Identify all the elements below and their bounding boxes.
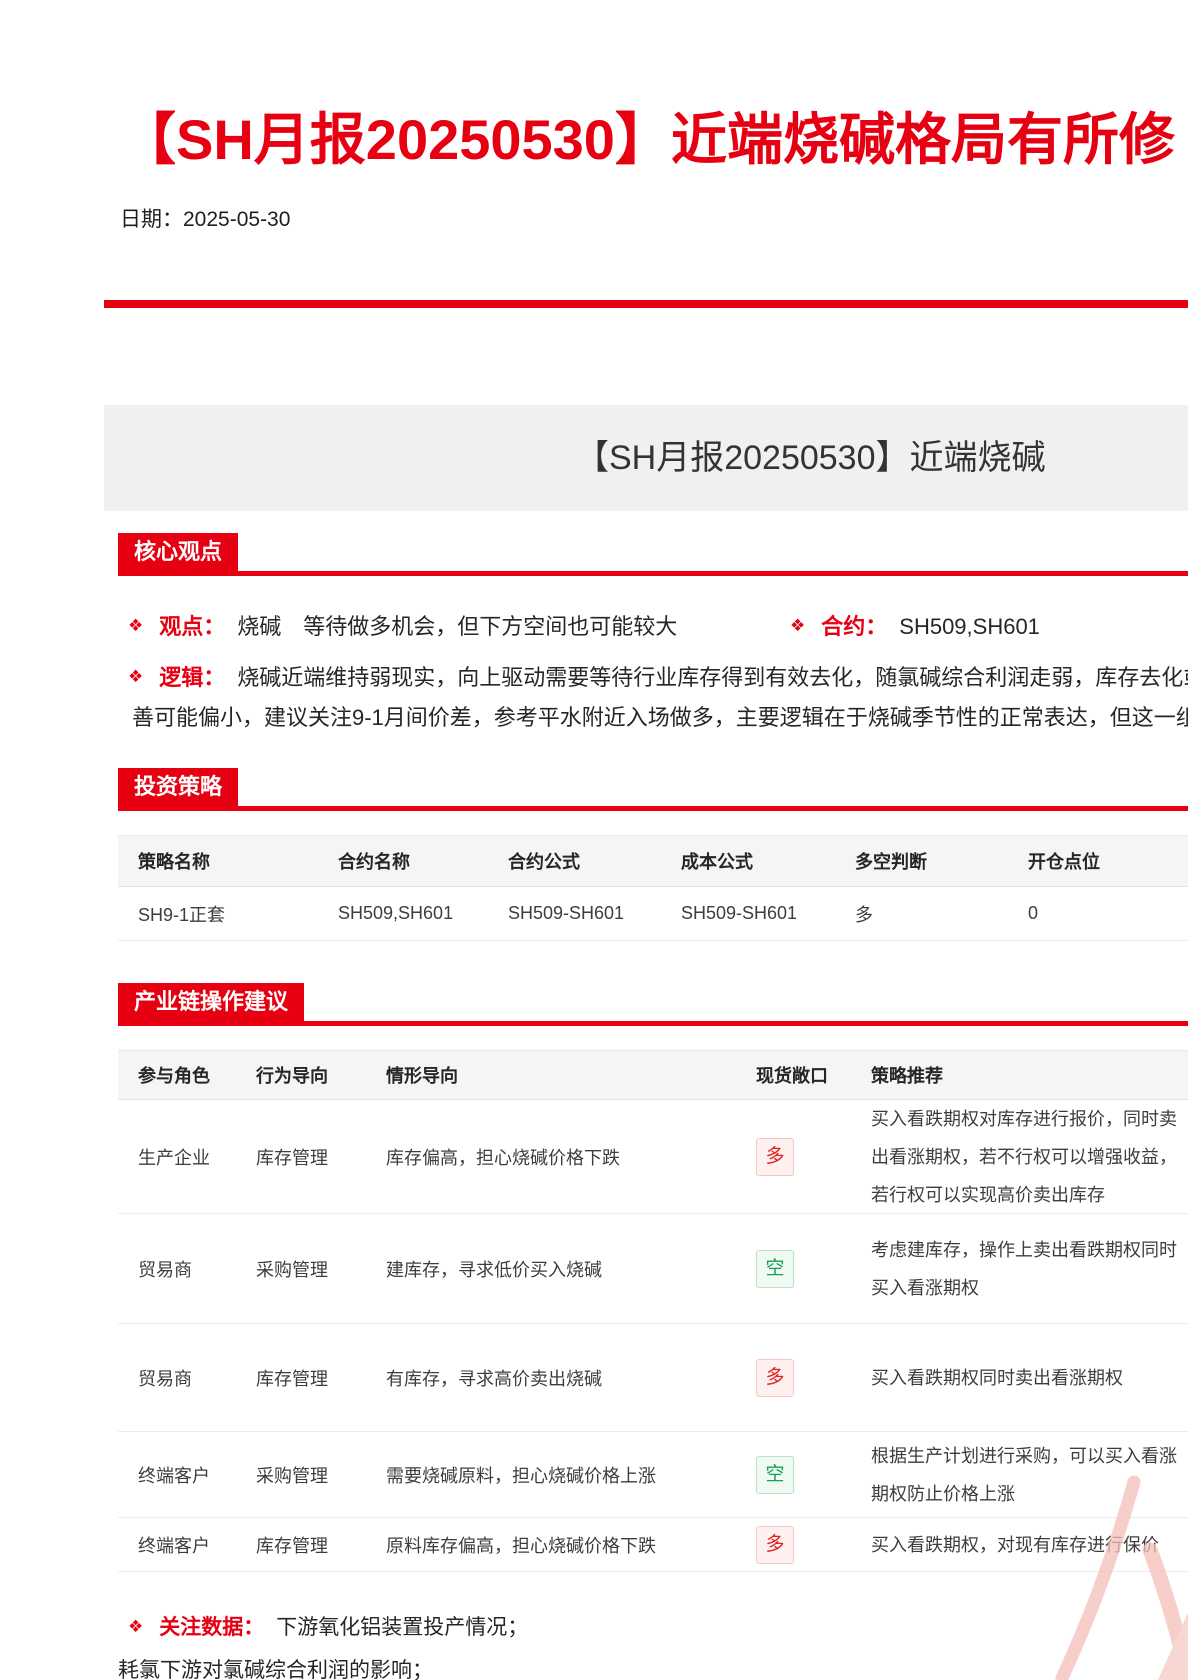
role: 终端客户 bbox=[138, 1535, 210, 1556]
report-document: 【SH月报20250530】近端烧碱格局有所修 日期：2025-05-30 【S… bbox=[0, 0, 1188, 1680]
behavior: 采购管理 bbox=[256, 1465, 328, 1486]
watch-data-line-1: ❖ 关注数据： 下游氧化铝装置投产情况； bbox=[118, 1606, 1188, 1649]
logic-label: 逻辑： bbox=[159, 665, 226, 690]
cost-formula: SH509-SH601 bbox=[681, 903, 798, 923]
exposure-badge: 多 bbox=[756, 1138, 794, 1176]
core-viewpoint-row: ❖ 观点： 烧碱 等待做多机会，但下方空间也可能较大 ❖ 合约： SH509,S… bbox=[118, 612, 1188, 642]
watch-item: 下游氧化铝装置投产情况； bbox=[276, 1616, 529, 1639]
report-date: 日期：2025-05-30 bbox=[120, 208, 291, 231]
watch-data-block: ❖ 关注数据： 下游氧化铝装置投产情况； 耗氯下游对氯碱综合利润的影响； 上游氯… bbox=[118, 1606, 1188, 1680]
viewpoint-value: 烧碱 等待做多机会，但下方空间也可能较大 bbox=[237, 614, 678, 639]
column-header: 合约公式 bbox=[508, 852, 580, 872]
column-header: 现货敞口 bbox=[756, 1066, 828, 1086]
report-body: 核心观点 ❖ 观点： 烧碱 等待做多机会，但下方空间也可能较大 ❖ 合约： SH… bbox=[118, 533, 1188, 1680]
section-chain-heading-bar: 产业链操作建议 bbox=[118, 983, 1188, 1026]
contract-formula: SH509-SH601 bbox=[508, 903, 625, 923]
viewpoint-item: ❖ 观点： 烧碱 等待做多机会，但下方空间也可能较大 bbox=[118, 612, 780, 642]
column-header: 行为导向 bbox=[256, 1066, 328, 1086]
logic-text-1: 烧碱近端维持弱现实，向上驱动需要等待行业库存得到有效去化，随氯碱综合利润走弱，库… bbox=[237, 665, 1188, 690]
clover-bullet-icon: ❖ bbox=[790, 616, 806, 635]
section-chain-heading: 产业链操作建议 bbox=[118, 983, 305, 1021]
section-core-heading-bar: 核心观点 bbox=[118, 533, 1188, 576]
table-row: SH9-1正套 SH509,SH601 SH509-SH601 SH509-SH… bbox=[118, 887, 1188, 941]
logic-line-2: 善可能偏小，建议关注9-1月间价差，参考平水附近入场做多，主要逻辑在于烧碱季节性… bbox=[132, 705, 1188, 730]
report-header: 【SH月报20250530】近端烧碱格局有所修 日期：2025-05-30 bbox=[0, 0, 1188, 234]
chain-table-header: 参与角色 行为导向 情形导向 现货敞口 策略推荐 bbox=[118, 1050, 1188, 1100]
contract-name: SH509,SH601 bbox=[338, 903, 454, 923]
strategy-recommendation: 买入看跌期权同时卖出看涨期权 bbox=[871, 1367, 1123, 1388]
role: 生产企业 bbox=[138, 1148, 210, 1168]
section-core-heading: 核心观点 bbox=[118, 533, 239, 571]
clover-bullet-icon: ❖ bbox=[128, 667, 144, 686]
column-header: 参与角色 bbox=[138, 1066, 210, 1086]
header-divider-rule bbox=[104, 300, 1188, 308]
role: 终端客户 bbox=[138, 1465, 210, 1486]
role: 贸易商 bbox=[138, 1368, 192, 1389]
clover-bullet-icon: ❖ bbox=[128, 616, 144, 635]
situation: 建库存，寻求低价买入烧碱 bbox=[386, 1259, 602, 1280]
watch-item: 耗氯下游对氯碱综合利润的影响； bbox=[118, 1659, 433, 1680]
logic-line-1: ❖ 逻辑： 烧碱近端维持弱现实，向上驱动需要等待行业库存得到有效去化，随氯碱综合… bbox=[118, 658, 1188, 698]
section-strategy-heading-bar: 投资策略 bbox=[118, 768, 1188, 811]
table-row: 贸易商 采购管理 建库存，寻求低价买入烧碱 空 考虑建库存，操作上卖出看跌期权同… bbox=[118, 1214, 1188, 1324]
strategy-table-header: 策略名称 合约名称 合约公式 成本公式 多空判断 开仓点位 bbox=[118, 835, 1188, 887]
contract-value: SH509,SH601 bbox=[899, 614, 1040, 639]
exposure-badge: 多 bbox=[756, 1358, 794, 1397]
contract-label: 合约： bbox=[821, 614, 888, 639]
watch-data-label: 关注数据： bbox=[159, 1616, 265, 1639]
direction: 多 bbox=[855, 904, 873, 925]
viewpoint-label: 观点： bbox=[159, 614, 226, 639]
behavior: 库存管理 bbox=[256, 1368, 328, 1389]
report-page: 【SH月报20250530】近端烧碱格局有所修 日期：2025-05-30 【S… bbox=[0, 0, 1188, 1680]
situation: 原料库存偏高，担心烧碱价格下跌 bbox=[386, 1535, 656, 1556]
chain-advice-table: 参与角色 行为导向 情形导向 现货敞口 策略推荐 生产企业 库存管理 库存偏高，… bbox=[118, 1050, 1188, 1572]
exposure-badge: 多 bbox=[756, 1525, 794, 1564]
role: 贸易商 bbox=[138, 1259, 192, 1280]
table-row: 终端客户 库存管理 原料库存偏高，担心烧碱价格下跌 多 买入看跌期权，对现有库存… bbox=[118, 1518, 1188, 1572]
situation: 有库存，寻求高价卖出烧碱 bbox=[386, 1368, 602, 1389]
column-header: 策略名称 bbox=[138, 852, 210, 872]
table-row: 生产企业 库存管理 库存偏高，担心烧碱价格下跌 多 买入看跌期权对库存进行报价，… bbox=[118, 1100, 1188, 1214]
exposure-badge: 空 bbox=[756, 1249, 794, 1288]
section-strategy-heading: 投资策略 bbox=[118, 768, 239, 806]
column-header: 成本公式 bbox=[681, 852, 753, 872]
column-header: 多空判断 bbox=[855, 852, 927, 872]
clover-bullet-icon: ❖ bbox=[128, 1617, 144, 1636]
page-title: 【SH月报20250530】近端烧碱格局有所修 bbox=[120, 108, 1175, 171]
situation: 需要烧碱原料，担心烧碱价格上涨 bbox=[386, 1465, 656, 1486]
table-row: 终端客户 采购管理 需要烧碱原料，担心烧碱价格上涨 空 根据生产计划进行采购，可… bbox=[118, 1432, 1188, 1518]
column-header: 策略推荐 bbox=[871, 1066, 943, 1086]
strategy-recommendation: 买入看跌期权，对现有库存进行保价 bbox=[871, 1534, 1159, 1555]
exposure-badge: 空 bbox=[756, 1455, 794, 1494]
behavior: 库存管理 bbox=[256, 1148, 328, 1168]
column-header: 情形导向 bbox=[386, 1066, 458, 1086]
contract-item: ❖ 合约： SH509,SH601 bbox=[780, 612, 1040, 642]
situation: 库存偏高，担心烧碱价格下跌 bbox=[386, 1148, 620, 1168]
table-row: 贸易商 库存管理 有库存，寻求高价卖出烧碱 多 买入看跌期权同时卖出看涨期权 bbox=[118, 1324, 1188, 1432]
strategy-table: 策略名称 合约名称 合约公式 成本公式 多空判断 开仓点位 SH9-1正套 SH… bbox=[118, 835, 1188, 941]
strategy-name: SH9-1正套 bbox=[138, 904, 226, 925]
inner-title-banner: 【SH月报20250530】近端烧碱 bbox=[104, 405, 1188, 511]
strategy-recommendation: 买入看跌期权对库存进行报价，同时卖 出看涨期权，若不行权可以增强收益， 若行权可… bbox=[871, 1109, 1177, 1205]
strategy-recommendation: 根据生产计划进行采购，可以买入看涨 期权防止价格上涨 bbox=[871, 1445, 1177, 1504]
behavior: 采购管理 bbox=[256, 1259, 328, 1280]
logic-paragraph: ❖ 逻辑： 烧碱近端维持弱现实，向上驱动需要等待行业库存得到有效去化，随氯碱综合… bbox=[118, 658, 1188, 738]
column-header: 合约名称 bbox=[338, 852, 410, 872]
strategy-recommendation: 考虑建库存，操作上卖出看跌期权同时 买入看涨期权 bbox=[871, 1239, 1177, 1298]
banner-title: 【SH月报20250530】近端烧碱 bbox=[575, 439, 1046, 477]
behavior: 库存管理 bbox=[256, 1535, 328, 1556]
entry-point: 0 bbox=[1028, 903, 1039, 923]
column-header: 开仓点位 bbox=[1028, 852, 1100, 872]
